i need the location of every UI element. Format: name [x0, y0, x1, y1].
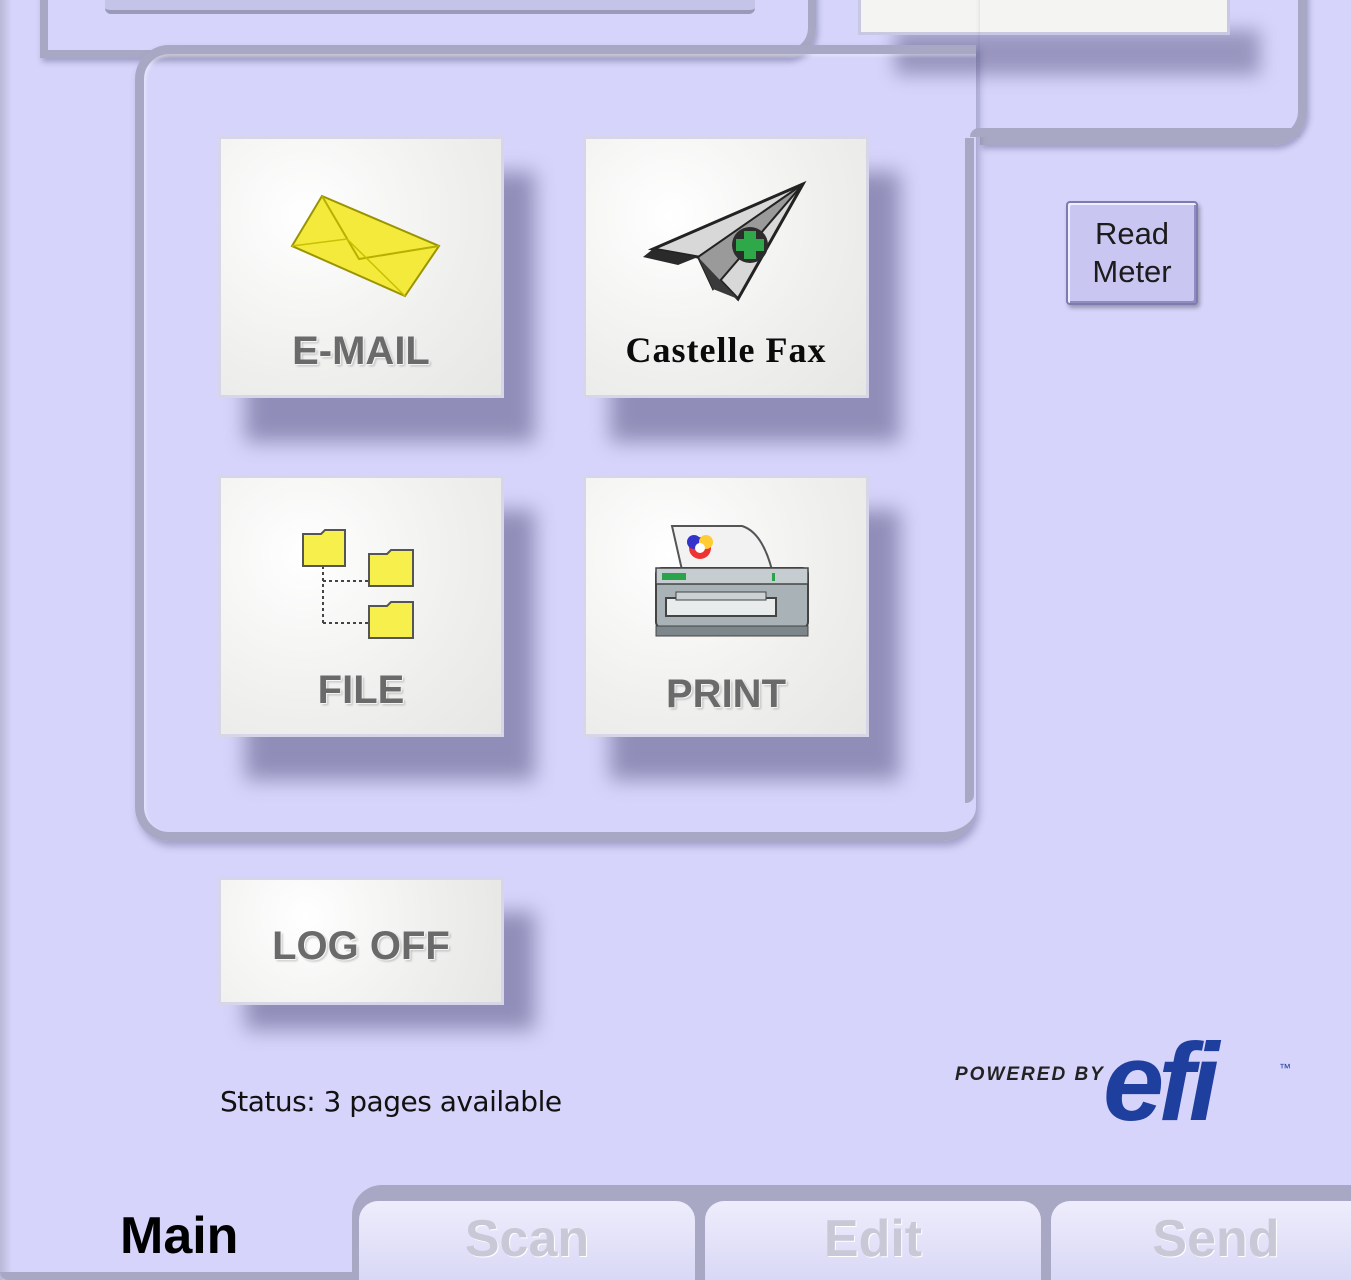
- file-button[interactable]: FILE: [218, 475, 504, 737]
- main-panel-right-edge: [965, 138, 974, 803]
- tab-edit[interactable]: Edit: [702, 1198, 1044, 1280]
- main-panel-corner-edge: [970, 128, 1300, 137]
- folder-tree-icon: [302, 529, 414, 639]
- powered-by-efi-logo: POWERED BY efi ™: [955, 1020, 1291, 1140]
- efi-logo-text: efi: [1103, 1021, 1222, 1140]
- log-off-button[interactable]: LOG OFF: [218, 877, 504, 1005]
- trademark-text: ™: [1279, 1061, 1291, 1075]
- tab-main-label: Main: [120, 1207, 239, 1265]
- email-label: E-MAIL: [292, 329, 430, 373]
- powered-by-text: POWERED BY: [955, 1064, 1105, 1085]
- efi-logo-icon: efi ™: [1103, 1021, 1291, 1140]
- tab-scan-label: Scan: [464, 1210, 590, 1268]
- window-left-edge: [0, 0, 12, 1280]
- paper-plane-fax-icon: [643, 180, 807, 302]
- castelle-fax-button[interactable]: Castelle Fax: [583, 136, 869, 398]
- read-meter-label-line1: Read: [1094, 216, 1170, 251]
- envelope-icon: [290, 194, 441, 298]
- tab-send[interactable]: Send: [1048, 1198, 1351, 1280]
- upper-right-panel-frame: [980, 0, 1307, 145]
- castelle-fax-label: Castelle Fax: [625, 330, 827, 370]
- print-label: PRINT: [666, 672, 786, 716]
- tab-scan[interactable]: Scan: [356, 1198, 698, 1280]
- status-text: Status: 3 pages available: [220, 1085, 562, 1118]
- bottom-frame-edge: [0, 1272, 352, 1280]
- file-label: FILE: [317, 668, 405, 712]
- printer-icon: [655, 525, 809, 637]
- tab-edit-label: Edit: [823, 1210, 923, 1268]
- email-button[interactable]: E-MAIL: [218, 136, 504, 398]
- log-off-label: LOG OFF: [272, 924, 450, 968]
- read-meter-label-line2: Meter: [1092, 254, 1172, 289]
- read-meter-button[interactable]: Read Meter: [1066, 201, 1198, 305]
- tab-send-label: Send: [1152, 1210, 1280, 1268]
- print-button[interactable]: PRINT: [583, 475, 869, 737]
